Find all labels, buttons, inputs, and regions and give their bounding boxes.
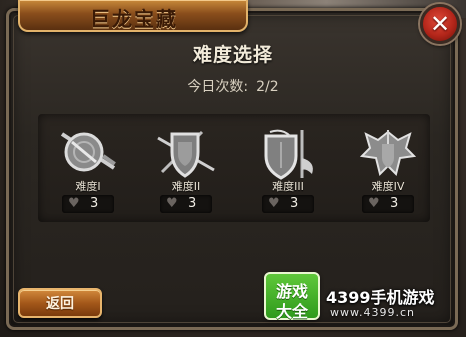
watermark-url: www.4399.cn: [330, 306, 415, 319]
heart-counter: ♥ 3: [362, 195, 414, 213]
kite-shield-swords-icon: [157, 130, 215, 178]
watermark-title: 4399手机游戏: [326, 288, 435, 307]
heart-count: 3: [290, 196, 299, 211]
heart-count: 3: [390, 196, 399, 211]
heart-icon: ♥: [368, 196, 380, 211]
title-plate: 巨龙宝藏: [18, 0, 248, 32]
daily-count-value: 2/2: [256, 79, 279, 95]
heart-counter: ♥ 3: [62, 195, 114, 213]
difficulty-option-3[interactable]: 难度III ♥ 3: [248, 120, 328, 220]
dialog-title: 巨龙宝藏: [90, 7, 178, 31]
back-button[interactable]: 返回: [18, 288, 102, 318]
difficulty-label: 难度II: [171, 180, 201, 193]
daily-count: 今日次数: 2/2: [0, 76, 466, 96]
heart-count: 3: [90, 196, 99, 211]
difficulty-option-1[interactable]: 难度I ♥ 3: [48, 120, 128, 220]
watermark-logo-line2: 大全: [275, 302, 308, 321]
round-shield-sword-icon: [60, 132, 116, 172]
game-screen: 巨龙宝藏 ✕ 难度选择 今日次数: 2/2 难度I ♥ 3 难度II ♥ 3 难…: [0, 0, 466, 337]
heart-icon: ♥: [68, 196, 80, 211]
close-button[interactable]: ✕: [420, 4, 460, 44]
difficulty-panel: 难度I ♥ 3 难度II ♥ 3 难度III ♥ 3 难度IV ♥ 3: [38, 114, 430, 222]
heart-icon: ♥: [166, 196, 178, 211]
difficulty-label: 难度III: [272, 180, 304, 193]
close-icon: ✕: [429, 10, 451, 38]
difficulty-label: 难度I: [75, 180, 101, 193]
difficulty-label: 难度IV: [371, 180, 405, 193]
armor-wings-icon: [359, 130, 417, 176]
heart-count: 3: [188, 196, 197, 211]
watermark-logo: 游戏 大全: [264, 272, 320, 321]
heading: 难度选择: [192, 44, 273, 66]
difficulty-option-2[interactable]: 难度II ♥ 3: [146, 120, 226, 220]
heart-counter: ♥ 3: [262, 195, 314, 213]
difficulty-option-4[interactable]: 难度IV ♥ 3: [348, 120, 428, 220]
heart-counter: ♥ 3: [160, 195, 212, 213]
heart-icon: ♥: [268, 196, 280, 211]
shield-axe-icon: [264, 129, 313, 180]
daily-count-label: 今日次数:: [187, 79, 249, 95]
